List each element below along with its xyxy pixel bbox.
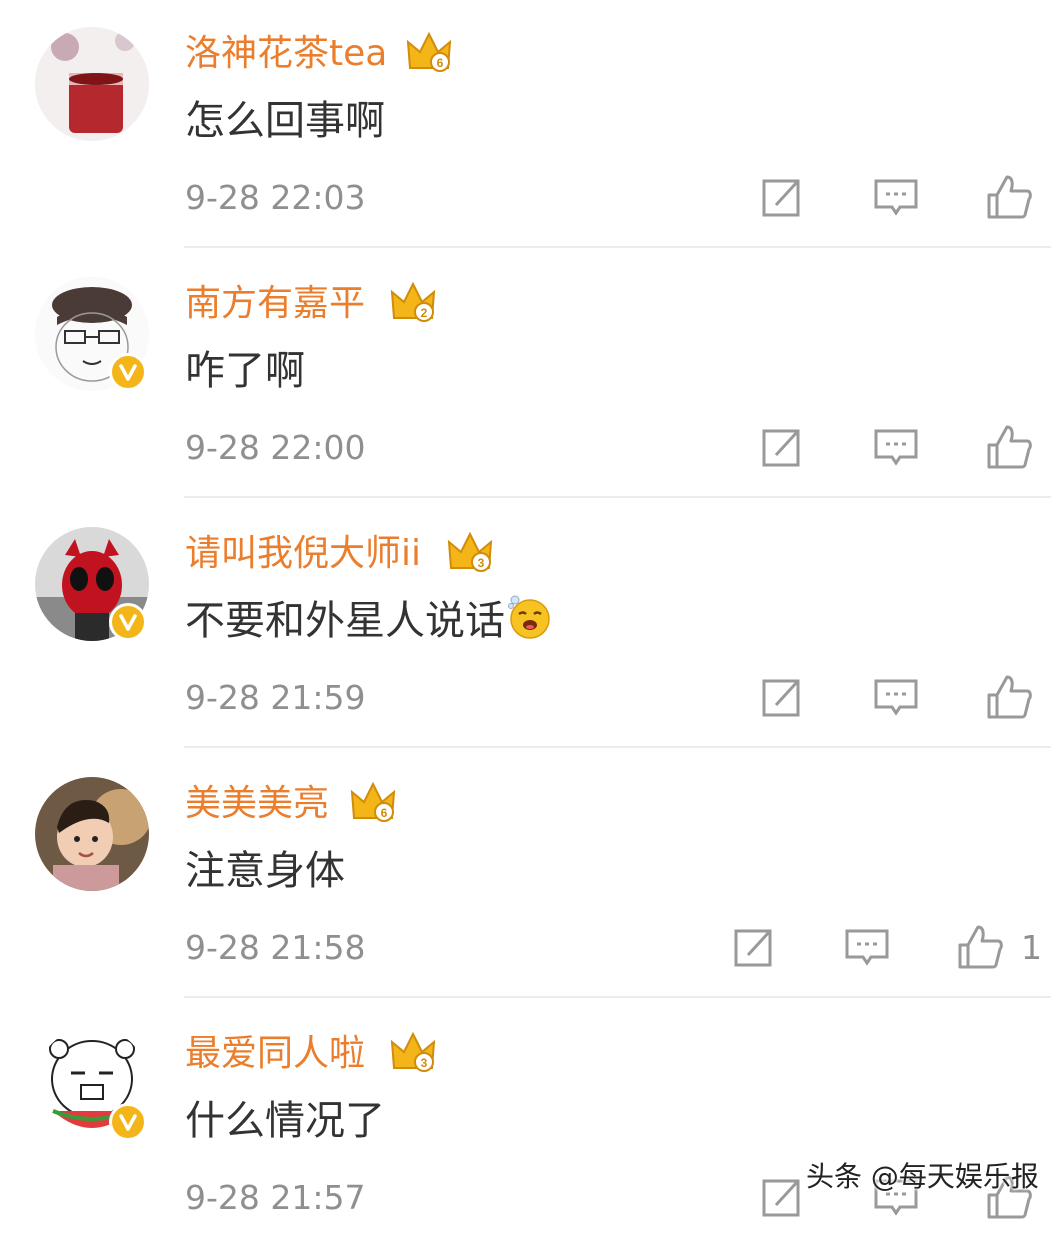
crown-icon: 6	[350, 780, 396, 824]
comment-text: 注意身体	[185, 848, 345, 894]
divider	[184, 996, 1051, 998]
username[interactable]: 南方有嘉平	[185, 280, 365, 328]
repost-icon[interactable]	[758, 673, 806, 721]
timestamp: 9-28 21:57	[185, 1178, 366, 1217]
svg-text:3: 3	[478, 556, 485, 570]
comment-text: 不要和外星人说话	[185, 594, 553, 648]
thumbs-up-icon[interactable]	[985, 673, 1033, 721]
svg-text:3: 3	[421, 1056, 428, 1070]
repost-icon[interactable]	[730, 923, 778, 971]
repost-icon[interactable]	[758, 173, 806, 221]
svg-text:2: 2	[421, 306, 428, 320]
timestamp: 9-28 22:00	[185, 428, 366, 467]
repost-icon[interactable]	[758, 1173, 806, 1221]
username[interactable]: 最爱同人啦	[185, 1030, 365, 1078]
user-avatar[interactable]	[35, 777, 149, 891]
timestamp: 9-28 21:58	[185, 928, 366, 967]
comment-icon[interactable]	[872, 173, 920, 221]
yawn-emoji	[508, 595, 550, 639]
thumbs-up-icon[interactable]	[985, 173, 1033, 221]
comment-text: 怎么回事啊	[185, 98, 385, 144]
comment-icon[interactable]	[872, 423, 920, 471]
timestamp: 9-28 21:59	[185, 678, 366, 717]
like-count: 1	[1021, 928, 1042, 967]
divider	[184, 246, 1051, 248]
comment-text-body: 不要和外星人说话	[185, 598, 505, 644]
watermark: 头条 @每天娱乐报	[806, 1160, 1039, 1193]
comment-item: 美美美亮 6 注意身体 9-28 21:58 1	[0, 750, 1051, 1000]
divider	[184, 746, 1051, 748]
comment-item: 最爱同人啦 3 什么情况了 9-28 21:57	[0, 1000, 1051, 1250]
verified-v-icon	[109, 603, 147, 641]
timestamp: 9-28 22:03	[185, 178, 366, 217]
comment-item: 南方有嘉平 2 咋了啊 9-28 22:00	[0, 250, 1051, 500]
svg-text:6: 6	[437, 56, 444, 70]
thumbs-up-icon[interactable]	[985, 423, 1033, 471]
username[interactable]: 洛神花茶tea	[185, 30, 387, 78]
username[interactable]: 美美美亮	[185, 780, 329, 828]
comment-item: 请叫我倪大师ii 3 不要和外星人说话 9-28 21:59	[0, 500, 1051, 750]
svg-text:6: 6	[381, 806, 388, 820]
divider	[184, 496, 1051, 498]
comment-text: 什么情况了	[185, 1098, 385, 1144]
comment-text: 咋了啊	[185, 348, 305, 394]
user-avatar[interactable]	[35, 27, 149, 141]
verified-v-icon	[109, 1103, 147, 1141]
crown-icon: 6	[406, 30, 452, 74]
thumbs-up-icon[interactable]	[956, 923, 1004, 971]
crown-icon: 2	[390, 280, 436, 324]
username[interactable]: 请叫我倪大师ii	[185, 530, 421, 578]
verified-v-icon	[109, 353, 147, 391]
crown-icon: 3	[447, 530, 493, 574]
comment-icon[interactable]	[872, 673, 920, 721]
comment-item: 洛神花茶tea 6 怎么回事啊 9-28 22:03	[0, 0, 1051, 250]
repost-icon[interactable]	[758, 423, 806, 471]
comment-icon[interactable]	[843, 923, 891, 971]
crown-icon: 3	[390, 1030, 436, 1074]
